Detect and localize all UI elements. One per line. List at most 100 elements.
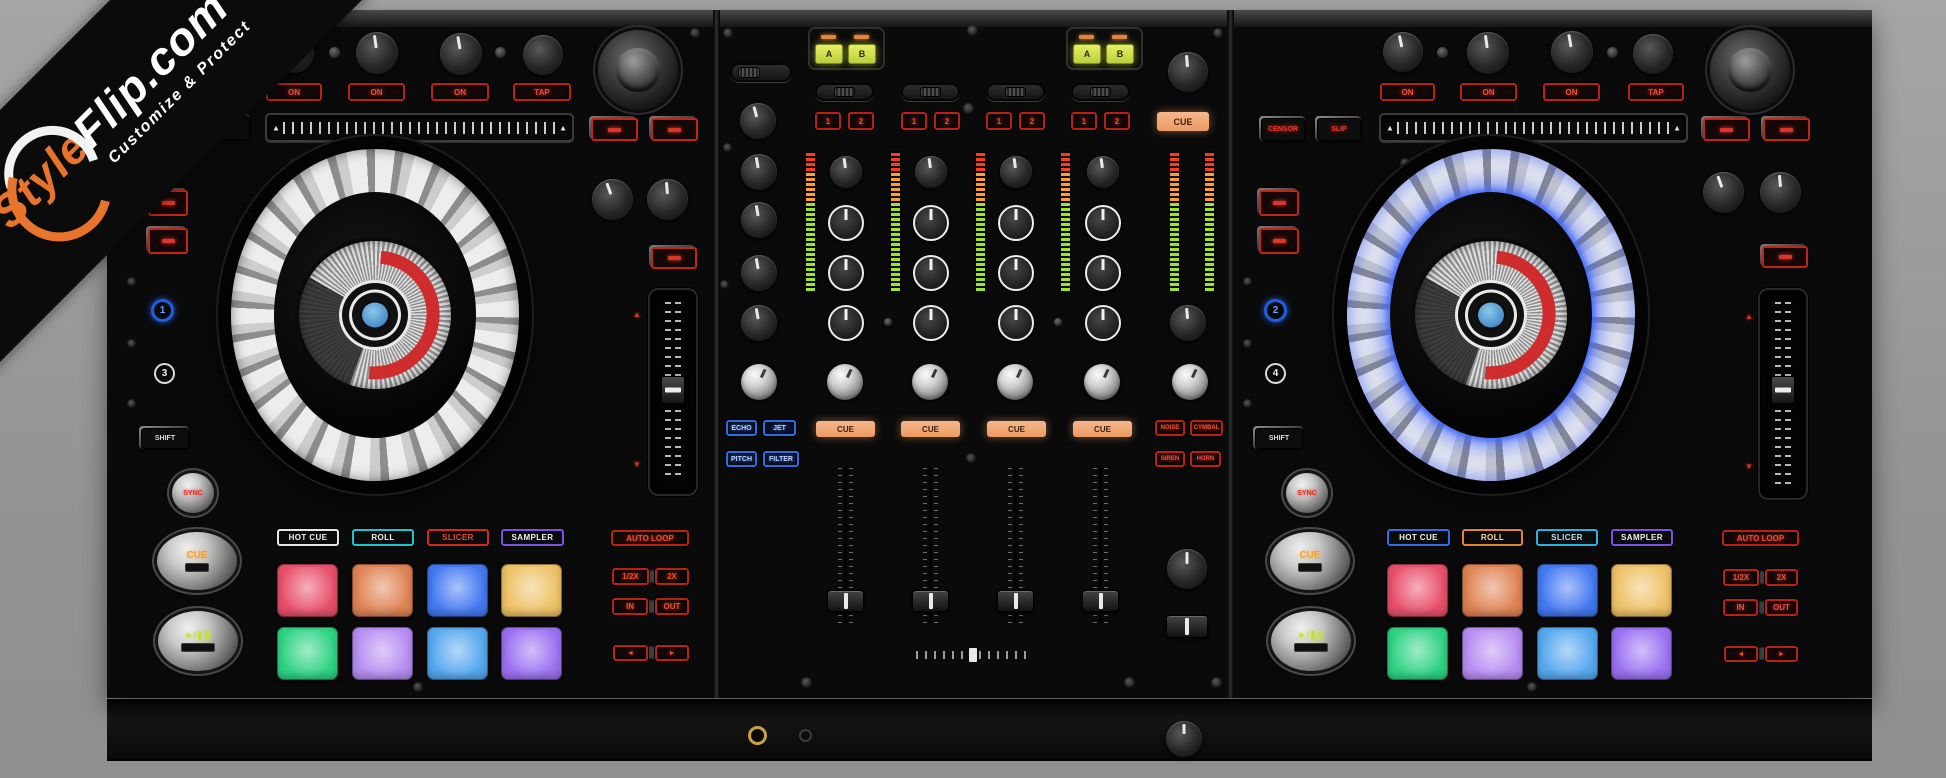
headphone-jack-quarter[interactable]: [748, 726, 767, 745]
performance-pad[interactable]: [277, 627, 338, 680]
cue-button-right[interactable]: CUE: [1270, 532, 1350, 590]
fx3-knob-right[interactable]: [1551, 31, 1593, 73]
channel-fader-cap-3[interactable]: [997, 590, 1034, 612]
jog-wheel-right[interactable]: [1332, 134, 1650, 496]
needle-search-strip-left[interactable]: [265, 113, 574, 142]
filter-knob-ch4[interactable]: [1084, 364, 1120, 400]
pitch-button[interactable]: PITCH: [726, 451, 757, 467]
fx-select-1-ch2[interactable]: 1: [901, 112, 927, 130]
hot-cue-bank-button-right-1[interactable]: [1257, 188, 1299, 216]
trim-knob-ch2[interactable]: [915, 156, 947, 188]
filter-knob-ch2[interactable]: [912, 364, 948, 400]
fx1-knob-right[interactable]: [1383, 32, 1423, 72]
booth-level-knob[interactable]: [741, 202, 777, 238]
fx-select-2-ch2[interactable]: 2: [934, 112, 960, 130]
performance-pad[interactable]: [352, 627, 413, 680]
load-button-right-1[interactable]: [1701, 116, 1750, 141]
cue-button-left[interactable]: CUE: [157, 532, 237, 590]
eq-mid-knob-ch2[interactable]: [913, 255, 949, 291]
fx3-on-button-right[interactable]: ON: [1543, 83, 1600, 101]
crossfader[interactable]: [916, 648, 1030, 662]
deck-select-3-button[interactable]: 3: [154, 363, 175, 384]
pad-mode-sampler-left[interactable]: SAMPLER: [501, 529, 564, 546]
eq-hi-knob-ch3[interactable]: [998, 205, 1034, 241]
channel-fader-cap-1[interactable]: [827, 590, 864, 612]
censor-button-right[interactable]: CENSOR: [1259, 116, 1305, 141]
headphone-jack-mini[interactable]: [799, 729, 812, 742]
load-button-right-2[interactable]: [1761, 116, 1810, 141]
horn-button[interactable]: HORN: [1190, 451, 1221, 467]
fx-assign-b-button-1[interactable]: B: [848, 44, 876, 64]
performance-pad[interactable]: [352, 564, 413, 617]
input-select-switch-2[interactable]: [901, 83, 960, 101]
loop-in-button-right[interactable]: IN: [1723, 599, 1758, 616]
performance-pad[interactable]: [501, 627, 562, 680]
sampler-volume-knob[interactable]: [740, 103, 776, 139]
eq-hi-knob-ch2[interactable]: [913, 205, 949, 241]
filter-button[interactable]: FILTER: [763, 451, 799, 467]
fx-select-1-ch1[interactable]: 1: [815, 112, 841, 130]
master-cue-button[interactable]: CUE: [1157, 112, 1209, 131]
deck-select-2-button[interactable]: 2: [1264, 299, 1287, 322]
eq-mid-knob-ch3[interactable]: [998, 255, 1034, 291]
fx2-knob-right[interactable]: [1467, 32, 1509, 74]
fx-assign-a-button-1[interactable]: A: [815, 44, 843, 64]
fx2-on-button-left[interactable]: ON: [348, 83, 405, 101]
headphone-mix-knob[interactable]: [1168, 52, 1208, 92]
filter-knob-ch1[interactable]: [827, 364, 863, 400]
loop-out-button-right[interactable]: OUT: [1765, 599, 1798, 616]
deck-select-4-button[interactable]: 4: [1265, 363, 1286, 384]
loop-in-button-left[interactable]: IN: [612, 598, 648, 615]
eq-hi-knob-ch1[interactable]: [828, 205, 864, 241]
performance-pad[interactable]: [1611, 627, 1672, 680]
front-panel-knob[interactable]: [1166, 721, 1202, 757]
pad-mode-hot-cue-left[interactable]: HOT CUE: [277, 529, 339, 546]
auto-loop-button-left[interactable]: AUTO LOOP: [611, 530, 689, 546]
pad-mode-roll-right[interactable]: ROLL: [1462, 529, 1523, 546]
performance-pad[interactable]: [1537, 627, 1598, 680]
fx-select-2-ch1[interactable]: 2: [848, 112, 874, 130]
play-pause-button-left[interactable]: ►/❚❚: [158, 611, 238, 671]
filter-knob-master[interactable]: [741, 364, 777, 400]
filter-knob-ch3[interactable]: [997, 364, 1033, 400]
loop-double-button-right[interactable]: 2X: [1765, 569, 1798, 586]
grid-knob-right-1[interactable]: [1703, 172, 1744, 213]
noise-button[interactable]: NOISE: [1155, 420, 1185, 436]
fx2-knob-left[interactable]: [356, 32, 398, 74]
jet-button[interactable]: JET: [763, 420, 796, 436]
browse-knob-right[interactable]: [1710, 30, 1790, 110]
eq-low-knob-ch3[interactable]: [998, 305, 1034, 341]
grid-knob-right-2[interactable]: [1760, 172, 1801, 213]
pad-mode-slicer-right[interactable]: SLICER: [1536, 529, 1598, 546]
pad-mode-sampler-right[interactable]: SAMPLER: [1611, 529, 1673, 546]
loop-half-button-left[interactable]: 1/2X: [612, 568, 649, 585]
mic-level-knob[interactable]: [741, 255, 777, 291]
browse-knob-left[interactable]: [598, 30, 678, 110]
slip-button-right[interactable]: SLIP: [1315, 116, 1361, 141]
fx-assign-a-button-2[interactable]: A: [1073, 44, 1101, 64]
sampler-fader-cap[interactable]: [1166, 615, 1208, 638]
fx-select-2-ch3[interactable]: 2: [1019, 112, 1045, 130]
needle-search-strip-right[interactable]: [1379, 113, 1688, 142]
hot-cue-bank-button-right-2[interactable]: [1257, 226, 1299, 254]
fx-beats-knob-left[interactable]: [523, 35, 563, 75]
master-level-knob[interactable]: [741, 154, 777, 190]
fx3-on-button-left[interactable]: ON: [431, 83, 489, 101]
pad-mode-roll-left[interactable]: ROLL: [352, 529, 414, 546]
pad-mode-hot-cue-right[interactable]: HOT CUE: [1387, 529, 1450, 546]
trim-knob-ch4[interactable]: [1087, 156, 1119, 188]
eq-mid-knob-ch1[interactable]: [828, 255, 864, 291]
eq-mid-knob-ch4[interactable]: [1085, 255, 1121, 291]
performance-pad[interactable]: [1462, 564, 1523, 617]
load-button-left-1[interactable]: [589, 116, 638, 141]
grid-adjust-button-left[interactable]: [649, 245, 697, 269]
trim-knob-ch1[interactable]: [830, 156, 862, 188]
sync-button-left[interactable]: SYNC: [172, 473, 214, 513]
fx-select-1-ch4[interactable]: 1: [1071, 112, 1097, 130]
eq-low-knob-ch4[interactable]: [1085, 305, 1121, 341]
performance-pad[interactable]: [501, 564, 562, 617]
play-pause-button-right[interactable]: ►/❚❚: [1271, 611, 1351, 671]
grid-knob-left-2[interactable]: [647, 179, 688, 220]
deck-select-1-button[interactable]: 1: [151, 299, 174, 322]
input-select-switch-3[interactable]: [986, 83, 1045, 101]
